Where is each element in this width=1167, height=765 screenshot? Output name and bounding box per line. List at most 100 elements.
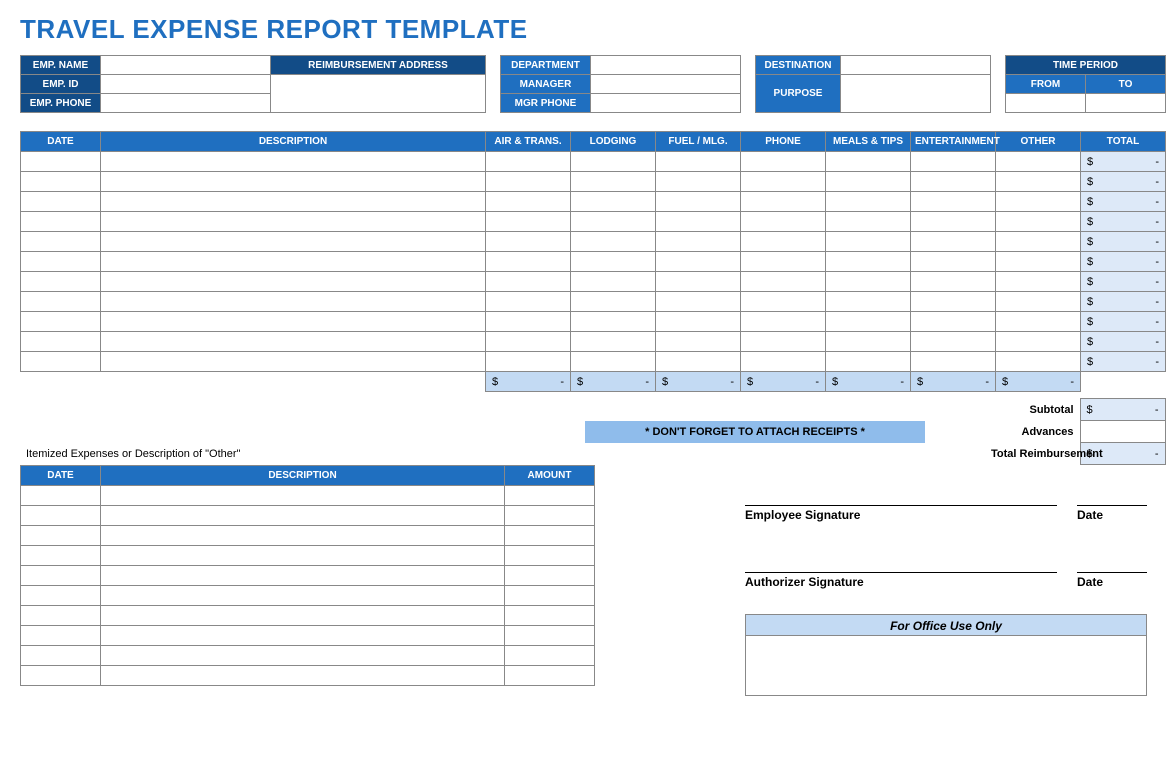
cell[interactable] [21, 352, 101, 372]
cell[interactable] [571, 352, 656, 372]
cell[interactable] [505, 586, 595, 606]
cell[interactable] [911, 292, 996, 312]
cell[interactable] [826, 172, 911, 192]
cell[interactable] [101, 332, 486, 352]
cell[interactable] [21, 626, 101, 646]
cell[interactable] [656, 232, 741, 252]
cell[interactable] [996, 292, 1081, 312]
field-emp-phone[interactable] [101, 94, 271, 113]
cell[interactable] [486, 332, 571, 352]
value-advances[interactable] [1080, 421, 1165, 443]
cell[interactable] [996, 192, 1081, 212]
cell[interactable] [571, 292, 656, 312]
cell[interactable] [21, 252, 101, 272]
cell[interactable] [656, 252, 741, 272]
cell[interactable] [911, 152, 996, 172]
cell[interactable] [656, 332, 741, 352]
cell[interactable] [996, 172, 1081, 192]
cell[interactable] [505, 646, 595, 666]
cell[interactable] [741, 212, 826, 232]
cell[interactable] [486, 352, 571, 372]
cell[interactable] [21, 506, 101, 526]
cell[interactable] [101, 486, 505, 506]
cell[interactable] [741, 252, 826, 272]
cell[interactable] [21, 332, 101, 352]
cell[interactable] [21, 152, 101, 172]
cell[interactable] [826, 212, 911, 232]
cell[interactable] [911, 172, 996, 192]
cell[interactable] [486, 272, 571, 292]
cell[interactable] [571, 252, 656, 272]
cell[interactable] [826, 192, 911, 212]
cell[interactable] [101, 152, 486, 172]
cell[interactable] [101, 526, 505, 546]
cell[interactable] [741, 332, 826, 352]
cell[interactable] [101, 566, 505, 586]
cell[interactable] [505, 566, 595, 586]
cell[interactable] [826, 252, 911, 272]
field-manager[interactable] [591, 75, 741, 94]
cell[interactable] [996, 332, 1081, 352]
cell[interactable] [21, 292, 101, 312]
cell[interactable] [826, 312, 911, 332]
cell[interactable] [741, 232, 826, 252]
cell[interactable] [101, 252, 486, 272]
cell[interactable] [741, 352, 826, 372]
cell[interactable] [21, 312, 101, 332]
cell[interactable] [101, 506, 505, 526]
cell[interactable] [911, 272, 996, 292]
cell[interactable] [911, 352, 996, 372]
cell[interactable] [486, 312, 571, 332]
cell[interactable] [101, 586, 505, 606]
cell[interactable] [505, 606, 595, 626]
cell[interactable] [656, 312, 741, 332]
cell[interactable] [486, 152, 571, 172]
cell[interactable] [826, 332, 911, 352]
field-emp-name[interactable] [101, 56, 271, 75]
field-reimb-addr[interactable] [271, 75, 486, 113]
cell[interactable] [656, 352, 741, 372]
cell[interactable] [486, 192, 571, 212]
cell[interactable] [21, 212, 101, 232]
cell[interactable] [101, 646, 505, 666]
cell[interactable] [505, 526, 595, 546]
cell[interactable] [505, 546, 595, 566]
cell[interactable] [21, 586, 101, 606]
cell[interactable] [656, 192, 741, 212]
cell[interactable] [911, 312, 996, 332]
field-emp-id[interactable] [101, 75, 271, 94]
cell[interactable] [911, 232, 996, 252]
cell[interactable] [656, 292, 741, 312]
cell[interactable] [101, 312, 486, 332]
field-to[interactable] [1086, 94, 1166, 113]
cell[interactable] [486, 232, 571, 252]
cell[interactable] [571, 192, 656, 212]
cell[interactable] [21, 192, 101, 212]
cell[interactable] [996, 152, 1081, 172]
cell[interactable] [101, 212, 486, 232]
cell[interactable] [101, 192, 486, 212]
cell[interactable] [996, 272, 1081, 292]
cell[interactable] [571, 152, 656, 172]
cell[interactable] [21, 606, 101, 626]
cell[interactable] [101, 292, 486, 312]
cell[interactable] [571, 212, 656, 232]
cell[interactable] [741, 172, 826, 192]
cell[interactable] [996, 212, 1081, 232]
field-mgr-phone[interactable] [591, 94, 741, 113]
cell[interactable] [996, 352, 1081, 372]
field-from[interactable] [1006, 94, 1086, 113]
cell[interactable] [486, 252, 571, 272]
cell[interactable] [996, 232, 1081, 252]
cell[interactable] [21, 526, 101, 546]
field-department[interactable] [591, 56, 741, 75]
cell[interactable] [656, 172, 741, 192]
cell[interactable] [101, 606, 505, 626]
field-purpose[interactable] [841, 75, 991, 113]
cell[interactable] [101, 666, 505, 686]
cell[interactable] [826, 292, 911, 312]
cell[interactable] [996, 252, 1081, 272]
cell[interactable] [741, 192, 826, 212]
cell[interactable] [656, 212, 741, 232]
cell[interactable] [21, 646, 101, 666]
